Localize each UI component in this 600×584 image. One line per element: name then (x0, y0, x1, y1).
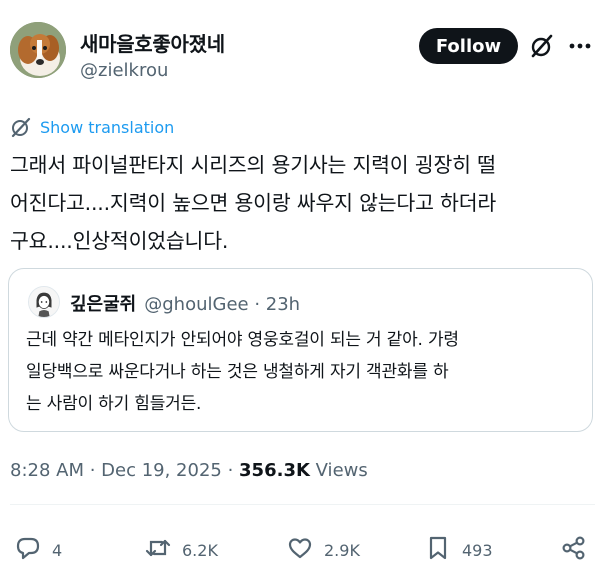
repost-count: 6.2K (182, 540, 218, 560)
share-button[interactable] (560, 534, 588, 566)
quoted-author-handle-time: @ghoulGee · 23h (144, 294, 301, 315)
views-label: Views (309, 460, 368, 481)
show-translation-link[interactable]: Show translation (10, 116, 174, 138)
author-handle[interactable]: @zielkrou (80, 60, 168, 81)
divider (10, 504, 595, 505)
reply-icon (14, 534, 42, 566)
translate-globe-icon (10, 116, 32, 138)
share-icon (560, 534, 588, 566)
author-name[interactable]: 새마을호좋아졌네 (80, 28, 225, 57)
bookmark-count: 493 (462, 540, 493, 560)
follow-button[interactable]: Follow (419, 28, 518, 64)
bookmark-icon (424, 534, 452, 566)
repost-icon (144, 534, 172, 566)
like-button[interactable]: 2.9K (286, 534, 360, 566)
tweet-meta: 8:28 AM · Dec 19, 2025 · 356.3K Views (10, 460, 368, 481)
tweet-text: 그래서 파이널판타지 시리즈의 용기사는 지력이 굉장히 떨 어진다고....지… (10, 153, 497, 253)
quoted-tweet-text: 근데 약간 메타인지가 안되어야 영웅호걸이 되는 거 같아. 가령 일당백으로… (26, 330, 459, 414)
more-options-icon[interactable] (566, 36, 594, 56)
quoted-tweet-header: 깊은굴쥐 @ghoulGee · 23h (70, 290, 300, 316)
repost-button[interactable]: 6.2K (144, 534, 218, 566)
grok-icon[interactable] (529, 33, 555, 59)
tweet-timestamp[interactable]: 8:28 AM · Dec 19, 2025 · (10, 460, 239, 481)
bookmark-button[interactable]: 493 (424, 534, 493, 566)
like-count: 2.9K (324, 540, 360, 560)
quoted-author-avatar[interactable] (28, 286, 60, 318)
views-count: 356.3K (239, 460, 310, 481)
quoted-author-name[interactable]: 깊은굴쥐 (70, 290, 136, 316)
author-avatar[interactable] (10, 22, 66, 78)
show-translation-label: Show translation (40, 117, 175, 137)
heart-icon (286, 534, 314, 566)
reply-count: 4 (52, 540, 63, 560)
reply-button[interactable]: 4 (14, 534, 62, 566)
